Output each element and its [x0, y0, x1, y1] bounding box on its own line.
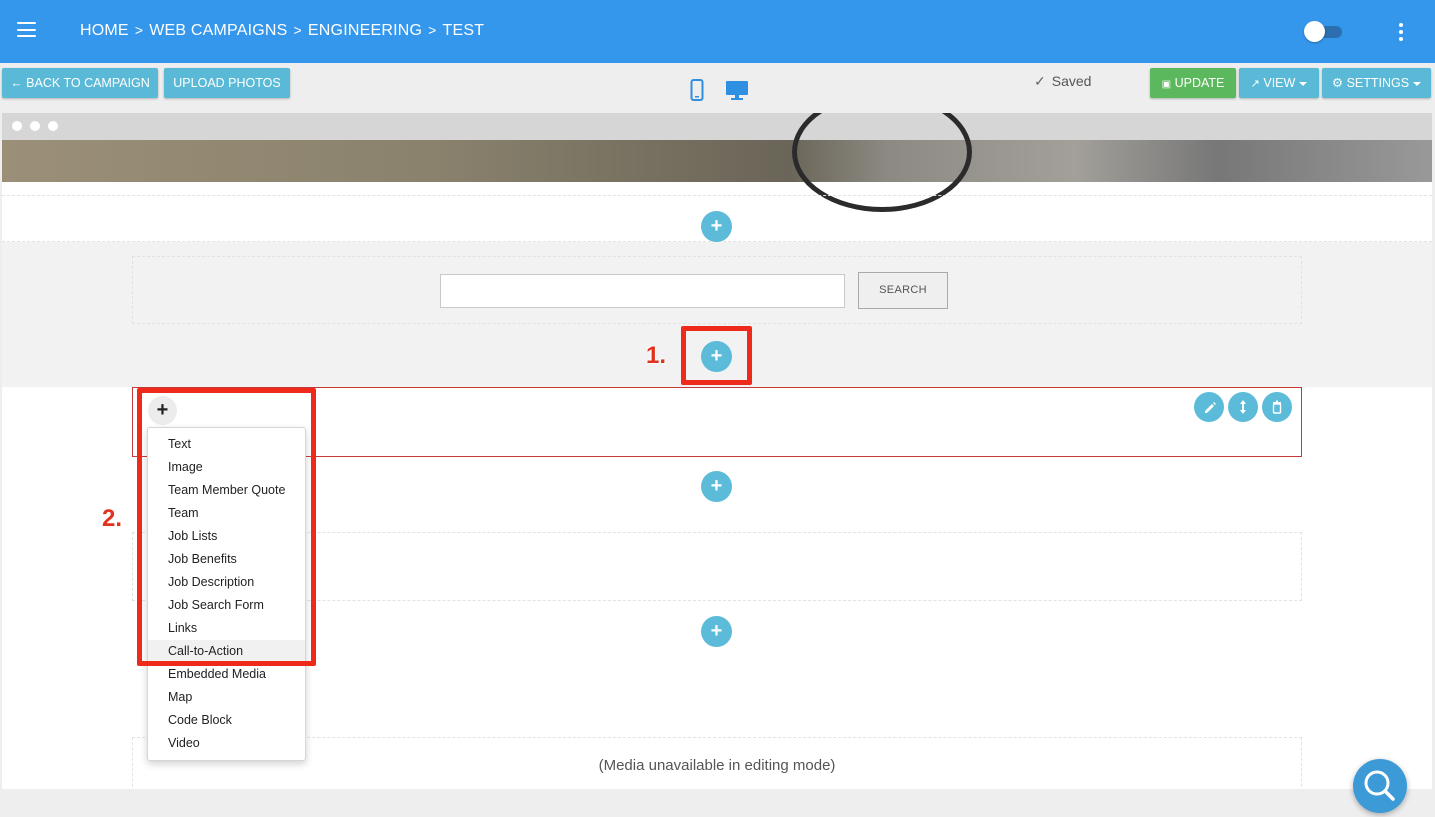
desktop-icon[interactable] [725, 80, 749, 102]
back-to-campaign-button[interactable]: ← BACK TO CAMPAIGN [2, 68, 158, 98]
breadcrumb-test: TEST [442, 22, 485, 39]
arrow-left-icon: ← [10, 76, 23, 90]
annotation-step1-label: 1. [646, 342, 667, 369]
caret-down-icon [1413, 81, 1422, 86]
menu-item-video[interactable]: Video [148, 732, 305, 755]
annotation-highlight-step1 [681, 326, 752, 385]
window-dot [12, 121, 22, 131]
mobile-icon[interactable] [690, 79, 704, 101]
trash-icon[interactable] [1262, 392, 1292, 422]
plus-icon: + [710, 475, 723, 497]
menu-item-map[interactable]: Map [148, 686, 305, 709]
mode-toggle[interactable] [1304, 21, 1342, 42]
breadcrumb-engineering[interactable]: ENGINEERING [308, 22, 422, 39]
gear-icon: ⚙ [1331, 76, 1344, 90]
view-dropdown-button[interactable]: ↗ VIEW [1239, 68, 1319, 98]
top-navbar: HOME > WEB CAMPAIGNS > ENGINEERING > TEST [0, 0, 1435, 63]
settings-label: SETTINGS [1346, 76, 1410, 90]
menu-item-embedded-media[interactable]: Embedded Media [148, 663, 305, 686]
add-section-button[interactable]: + [701, 211, 732, 242]
search-icon [1364, 770, 1395, 801]
job-search-input[interactable] [440, 274, 845, 308]
add-section-button[interactable]: + [701, 471, 732, 502]
breadcrumb-separator: > [293, 22, 302, 38]
pencil-icon[interactable] [1194, 392, 1224, 422]
breadcrumb-separator: > [428, 22, 437, 38]
resize-icon[interactable] [1228, 392, 1258, 422]
saved-label: Saved [1051, 73, 1092, 89]
breadcrumb-separator: > [134, 22, 144, 38]
window-dot [48, 121, 58, 131]
search-button[interactable]: SEARCH [858, 272, 948, 309]
upload-photos-label: UPLOAD PHOTOS [173, 76, 281, 90]
upload-icon: ▣ [1161, 79, 1172, 90]
upload-photos-button[interactable]: UPLOAD PHOTOS [164, 68, 290, 98]
plus-icon: + [710, 215, 723, 237]
hero-image [2, 113, 1432, 212]
plus-icon: + [710, 620, 723, 642]
annotation-step2-label: 2. [102, 505, 123, 532]
view-label: VIEW [1263, 76, 1296, 90]
breadcrumb: HOME > WEB CAMPAIGNS > ENGINEERING > TEST [80, 22, 484, 40]
help-search-button[interactable] [1353, 759, 1407, 813]
update-label: UPDATE [1174, 76, 1225, 90]
breadcrumb-home[interactable]: HOME [80, 22, 129, 39]
back-to-campaign-label: BACK TO CAMPAIGN [26, 76, 150, 90]
saved-status: ✓ Saved [1034, 73, 1091, 90]
breadcrumb-web-campaigns[interactable]: WEB CAMPAIGNS [149, 22, 287, 39]
annotation-highlight-step2 [137, 388, 316, 666]
caret-down-icon [1299, 81, 1308, 86]
external-link-icon: ↗ [1250, 78, 1260, 90]
media-unavailable-text: (Media unavailable in editing mode) [598, 757, 836, 774]
menu-icon[interactable] [17, 22, 36, 37]
update-button[interactable]: ▣ UPDATE [1150, 68, 1236, 98]
settings-dropdown-button[interactable]: ⚙ SETTINGS [1322, 68, 1431, 98]
browser-chrome-bar [2, 113, 1432, 140]
kebab-icon[interactable] [1396, 23, 1406, 41]
add-section-button[interactable]: + [701, 616, 732, 647]
check-icon: ✓ [1034, 73, 1046, 89]
menu-item-code-block[interactable]: Code Block [148, 709, 305, 732]
window-dot [30, 121, 40, 131]
